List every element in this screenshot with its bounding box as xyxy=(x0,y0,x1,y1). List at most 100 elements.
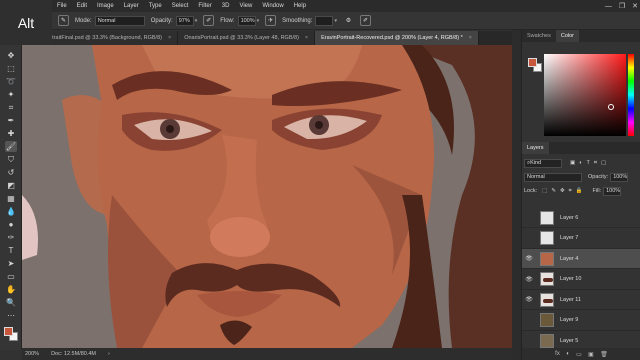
blur-tool-icon[interactable]: 💧 xyxy=(5,206,17,217)
menu-help[interactable]: Help xyxy=(289,0,311,12)
zoom-tool-icon[interactable]: 🔍 xyxy=(5,297,17,308)
mode-select[interactable]: Normal xyxy=(94,15,145,26)
layers-panel-header: Layers xyxy=(522,142,640,154)
minimize-button[interactable]: — xyxy=(605,3,612,10)
clone-stamp-tool-icon[interactable]: ⛉ xyxy=(5,154,17,165)
new-layer-icon[interactable]: ▣ xyxy=(588,351,594,358)
quick-select-tool-icon[interactable]: ✦ xyxy=(5,89,17,100)
pen-tool-icon[interactable]: ✑ xyxy=(5,232,17,243)
opacity-dropdown-icon[interactable]: ▾ xyxy=(195,18,198,24)
tools-panel: ✥ ⬚ ➰ ✦ ⌗ ✒ ✚ 🖌 ⛉ ↺ ◩ ▦ 💧 ● ✑ T ➤ ▭ ✋ 🔍 … xyxy=(0,30,22,350)
gradient-tool-icon[interactable]: ▦ xyxy=(5,193,17,204)
layer-name: Layer 7 xyxy=(560,235,579,241)
healing-brush-tool-icon[interactable]: ✚ xyxy=(5,128,17,139)
eyedropper-tool-icon[interactable]: ✒ xyxy=(5,115,17,126)
brush-preset-icon[interactable]: ✎ xyxy=(58,15,69,26)
layer-row[interactable]: Layer 6 xyxy=(522,208,640,228)
smoothing-dropdown-icon[interactable]: ▾ xyxy=(334,18,337,24)
right-panels: Swatches Color Layers ⌕ Kind ▣◐T⌗▢ Norma… xyxy=(521,30,640,360)
flow-field[interactable]: 100% xyxy=(237,15,256,26)
menu-3d[interactable]: 3D xyxy=(217,0,235,12)
window-controls: — ❐ ✕ xyxy=(605,0,638,12)
more-tools-icon[interactable]: ⋯ xyxy=(5,310,17,321)
opacity-field[interactable]: 97% xyxy=(175,15,194,26)
fx-icon[interactable]: fx xyxy=(555,351,560,357)
tab-layers[interactable]: Layers xyxy=(522,142,549,154)
adjustment-layer-icon[interactable]: ◐ xyxy=(566,351,570,357)
menu-layer[interactable]: Layer xyxy=(119,0,144,12)
color-picker-ring[interactable] xyxy=(608,104,614,110)
flow-dropdown-icon[interactable]: ▾ xyxy=(257,18,260,24)
close-tab-icon[interactable]: × xyxy=(469,35,472,41)
filter-icons[interactable]: ▣◐T⌗▢ xyxy=(570,160,610,167)
menu-filter[interactable]: Filter xyxy=(193,0,216,12)
path-select-tool-icon[interactable]: ➤ xyxy=(5,258,17,269)
marquee-tool-icon[interactable]: ⬚ xyxy=(5,63,17,74)
hue-slider[interactable] xyxy=(628,54,634,136)
layer-thumbnail xyxy=(540,272,554,286)
menu-image[interactable]: Image xyxy=(92,0,119,12)
brush-tool-icon[interactable]: 🖌 xyxy=(5,141,17,152)
flow-label: Flow: xyxy=(220,17,235,24)
opacity-label: Opacity: xyxy=(150,17,173,24)
layers-footer: fx ◐ ▭ ▣ 🗑 xyxy=(522,348,640,360)
crop-tool-icon[interactable]: ⌗ xyxy=(5,102,17,113)
menu-file[interactable]: File xyxy=(52,0,72,12)
history-brush-tool-icon[interactable]: ↺ xyxy=(5,167,17,178)
new-group-icon[interactable]: ▭ xyxy=(576,351,582,358)
visibility-eye-icon[interactable]: 👁 xyxy=(522,276,536,283)
menu-view[interactable]: View xyxy=(234,0,257,12)
eraser-tool-icon[interactable]: ◩ xyxy=(5,180,17,191)
color-field[interactable] xyxy=(544,54,626,136)
restore-button[interactable]: ❐ xyxy=(619,2,625,10)
color-panel-foreground-swatch[interactable] xyxy=(528,58,537,67)
airbrush-icon[interactable]: ✈ xyxy=(265,15,277,26)
tab-swatches[interactable]: Swatches xyxy=(522,30,556,42)
shape-tool-icon[interactable]: ▭ xyxy=(5,271,17,282)
smoothing-field[interactable] xyxy=(315,15,334,26)
layer-row[interactable]: 👁 Layer 10 xyxy=(522,270,640,290)
layer-row[interactable]: Layer 9 xyxy=(522,311,640,331)
dodge-tool-icon[interactable]: ● xyxy=(5,219,17,230)
menu-type[interactable]: Type xyxy=(144,0,167,12)
delete-layer-icon[interactable]: 🗑 xyxy=(600,351,608,358)
fill-label: Fill: xyxy=(592,188,602,194)
menu-bar: Ps FileEditImageLayerTypeSelectFilter3DV… xyxy=(0,0,640,12)
tab-onaris[interactable]: OnarisPortrait.psd @ 33.3% (Layer 48, RG… xyxy=(178,31,316,45)
hand-tool-icon[interactable]: ✋ xyxy=(5,284,17,295)
menu-edit[interactable]: Edit xyxy=(72,0,92,12)
menu-window[interactable]: Window xyxy=(257,0,288,12)
lock-icons[interactable]: ⬚✎✥⌗🔒 xyxy=(542,188,586,195)
layer-name: Layer 9 xyxy=(560,317,579,323)
foreground-color-swatch[interactable] xyxy=(4,327,13,336)
close-tab-icon[interactable]: × xyxy=(168,35,171,41)
visibility-eye-icon[interactable]: 👁 xyxy=(522,255,536,262)
layer-row[interactable]: 👁 Layer 4 xyxy=(522,249,640,269)
pressure-size-icon[interactable]: ✐ xyxy=(359,15,371,26)
tab-color[interactable]: Color xyxy=(555,30,580,42)
document-canvas[interactable] xyxy=(22,45,520,348)
fill-field[interactable]: 100% xyxy=(603,186,622,196)
settings-gear-icon[interactable]: ⚙ xyxy=(343,15,354,26)
zoom-level[interactable]: 200% xyxy=(25,351,39,357)
blend-mode-select[interactable]: Normal xyxy=(524,172,582,182)
lasso-tool-icon[interactable]: ➰ xyxy=(5,76,17,87)
layer-name: Layer 10 xyxy=(560,276,582,282)
kind-filter-select[interactable]: ⌕ Kind xyxy=(524,158,562,168)
move-tool-icon[interactable]: ✥ xyxy=(5,50,17,61)
menu-select[interactable]: Select xyxy=(167,0,194,12)
pressure-opacity-icon[interactable]: ✐ xyxy=(203,15,215,26)
visibility-eye-icon[interactable]: 👁 xyxy=(522,296,536,303)
layer-row[interactable]: Layer 7 xyxy=(522,229,640,249)
layer-name: Layer 6 xyxy=(560,214,579,221)
layer-opacity-field[interactable]: 100% xyxy=(610,172,629,182)
mode-label: Mode: xyxy=(75,17,92,24)
type-tool-icon[interactable]: T xyxy=(5,245,17,256)
color-panel-tabs: Swatches Color xyxy=(522,30,640,42)
close-window-button[interactable]: ✕ xyxy=(632,2,638,10)
tab-eravin-recovered[interactable]: EravinPortrait-Recovered.psd @ 200% (Lay… xyxy=(315,31,479,45)
layer-row[interactable]: 👁 Layer 11 xyxy=(522,290,640,310)
close-tab-icon[interactable]: × xyxy=(305,35,308,41)
status-menu-arrow-icon[interactable]: › xyxy=(108,351,110,357)
lock-row: Lock: ⬚✎✥⌗🔒 Fill: 100% xyxy=(524,186,639,196)
